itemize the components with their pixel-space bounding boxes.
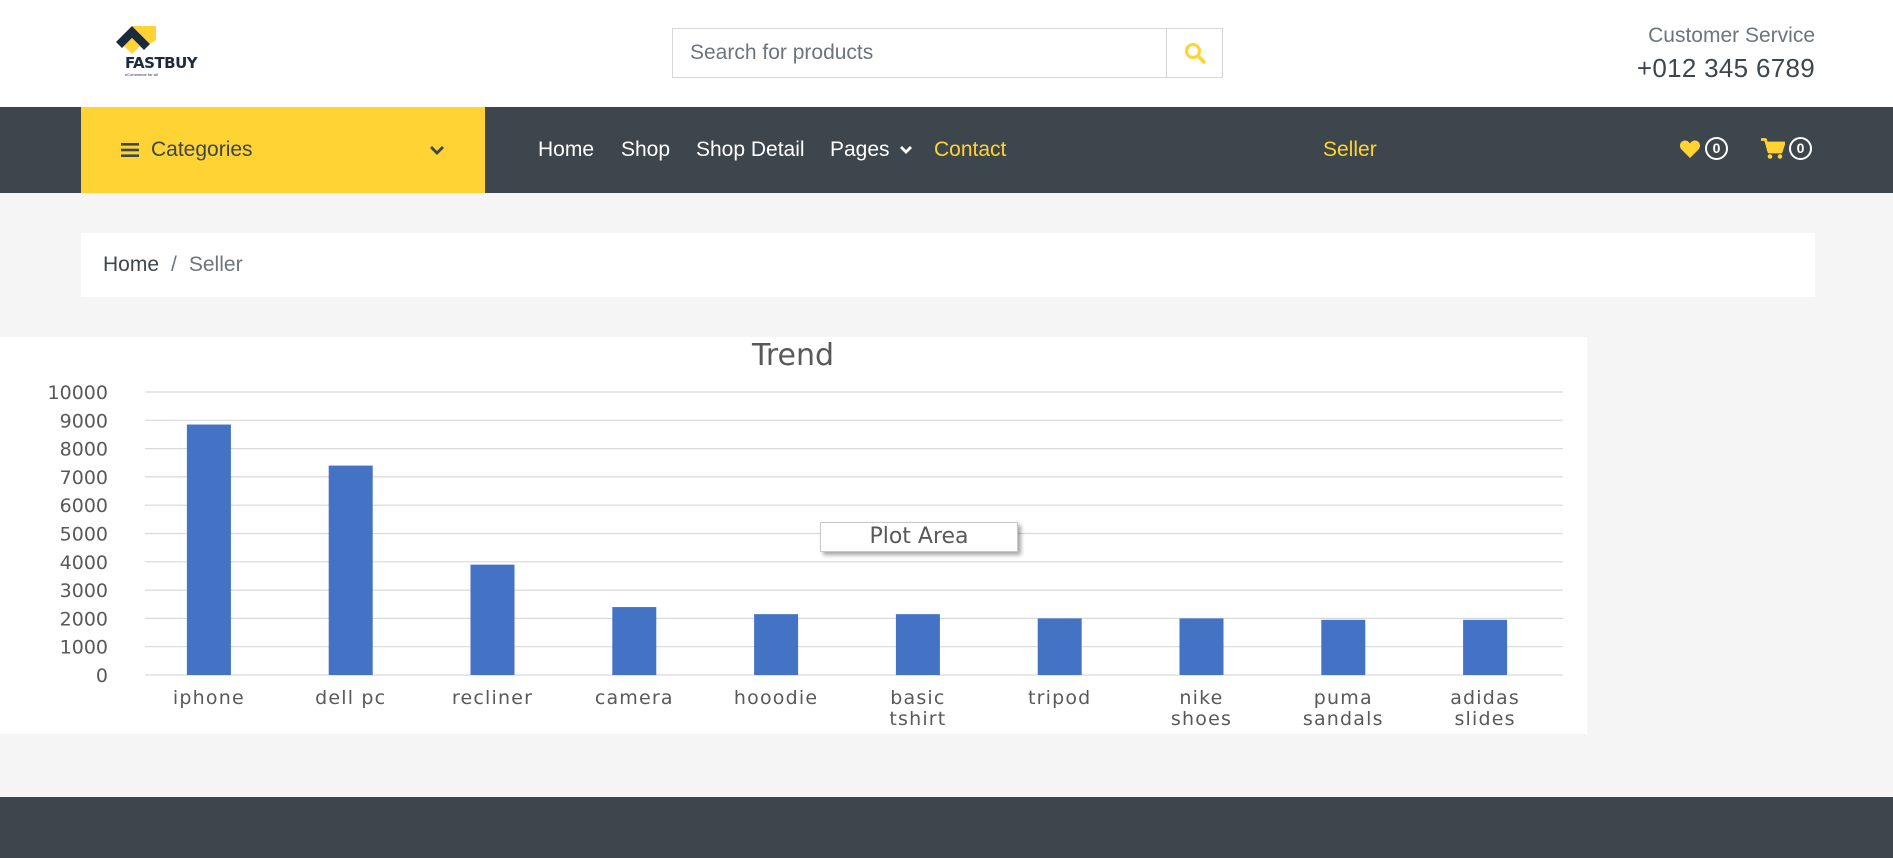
categories-label: Categories	[151, 138, 253, 161]
y-tick-label: 0	[96, 665, 108, 687]
x-tick-label: slides	[1454, 708, 1515, 730]
top-header: FASTBUY eCommerce for all Customer Servi…	[0, 0, 1893, 107]
x-tick-label: nike	[1179, 687, 1223, 709]
logo-text: FASTBUY	[125, 54, 198, 72]
y-tick-label: 4000	[60, 552, 108, 574]
bar-puma-sandals[interactable]	[1321, 619, 1366, 675]
wishlist-button[interactable]: 0	[1679, 137, 1728, 160]
customer-service-phone: +012 345 6789	[1636, 53, 1815, 83]
bar-dell pc[interactable]	[328, 465, 373, 675]
search-icon	[1184, 43, 1206, 64]
y-tick-label: 3000	[60, 580, 108, 602]
bar-nike-shoes[interactable]	[1179, 618, 1224, 675]
main-navbar: Categories Home Shop Shop Detail Pages C…	[0, 107, 1893, 193]
x-tick-label: camera	[595, 687, 674, 709]
y-tick-label: 7000	[60, 467, 108, 489]
x-tick-label: iphone	[173, 687, 245, 709]
nav-link-seller[interactable]: Seller	[1323, 107, 1377, 193]
y-tick-label: 8000	[60, 439, 108, 461]
y-tick-label: 10000	[48, 382, 108, 404]
cart-count-badge: 0	[1789, 137, 1812, 160]
search-input[interactable]	[672, 28, 1166, 78]
chart-title: Trend	[751, 338, 834, 373]
trend-chart-svg: Trend 0 1000 2000 3000 4000 5000 6000 7000 8000 9…	[48, 338, 1563, 730]
bar-adidas-slides[interactable]	[1463, 619, 1508, 675]
nav-link-pages: Pages	[830, 138, 890, 161]
bar-camera[interactable]	[612, 607, 657, 675]
cart-button[interactable]: 0	[1761, 137, 1812, 160]
y-tick-label: 1000	[60, 637, 108, 659]
x-tick-label: hooodie	[734, 687, 818, 709]
nav-link-shop-detail[interactable]: Shop Detail	[696, 107, 805, 193]
x-tick-label: sandals	[1303, 708, 1384, 730]
nav-link-shop[interactable]: Shop	[621, 107, 670, 193]
y-tick-label: 5000	[60, 524, 108, 546]
x-tick-label: dell pc	[315, 687, 386, 709]
x-tick-label: puma	[1314, 687, 1373, 709]
breadcrumb-current: Seller	[188, 253, 243, 276]
page-footer	[0, 797, 1893, 858]
search-button[interactable]	[1166, 28, 1223, 78]
bar-hooodie[interactable]	[754, 614, 799, 675]
bar-basic-tshirt[interactable]	[895, 614, 940, 675]
x-tick-label: recliner	[452, 687, 533, 709]
breadcrumb: Home / Seller	[81, 233, 1815, 297]
chevron-down-icon	[430, 146, 444, 155]
bar-tripod[interactable]	[1037, 618, 1082, 675]
logo-tagline: eCommerce for all	[125, 72, 158, 77]
x-tick-label: tripod	[1028, 687, 1092, 709]
y-tick-label: 6000	[60, 495, 108, 517]
x-tick-label: basic	[890, 687, 945, 709]
nav-pages-dropdown[interactable]: Pages	[830, 107, 913, 193]
y-tick-label: 9000	[60, 410, 108, 432]
site-logo[interactable]: FASTBUY eCommerce for all	[108, 20, 200, 80]
breadcrumb-separator: /	[171, 253, 177, 276]
search-form	[672, 28, 1223, 78]
y-tick-label: 2000	[60, 608, 108, 630]
categories-dropdown[interactable]: Categories	[81, 107, 485, 193]
bar-iphone[interactable]	[186, 424, 231, 675]
x-tick-label: adidas	[1450, 687, 1520, 709]
plot-area-tooltip: Plot Area	[820, 522, 1018, 552]
x-tick-label: shoes	[1171, 708, 1232, 730]
bar-recliner[interactable]	[470, 564, 515, 675]
nav-link-home[interactable]: Home	[538, 107, 594, 193]
nav-link-contact[interactable]: Contact	[934, 107, 1006, 193]
x-tick-label: tshirt	[889, 708, 946, 730]
menu-icon	[121, 143, 139, 157]
trend-chart: Trend 0 1000 2000 3000 4000 5000 6000 7000 8000 9…	[0, 337, 1587, 734]
heart-icon	[1679, 140, 1701, 158]
shopping-cart-icon	[1761, 137, 1785, 159]
wishlist-count-badge: 0	[1705, 137, 1728, 160]
breadcrumb-home-link[interactable]: Home	[103, 253, 159, 277]
chevron-down-icon	[900, 146, 913, 155]
customer-service-label: Customer Service	[1648, 24, 1815, 47]
